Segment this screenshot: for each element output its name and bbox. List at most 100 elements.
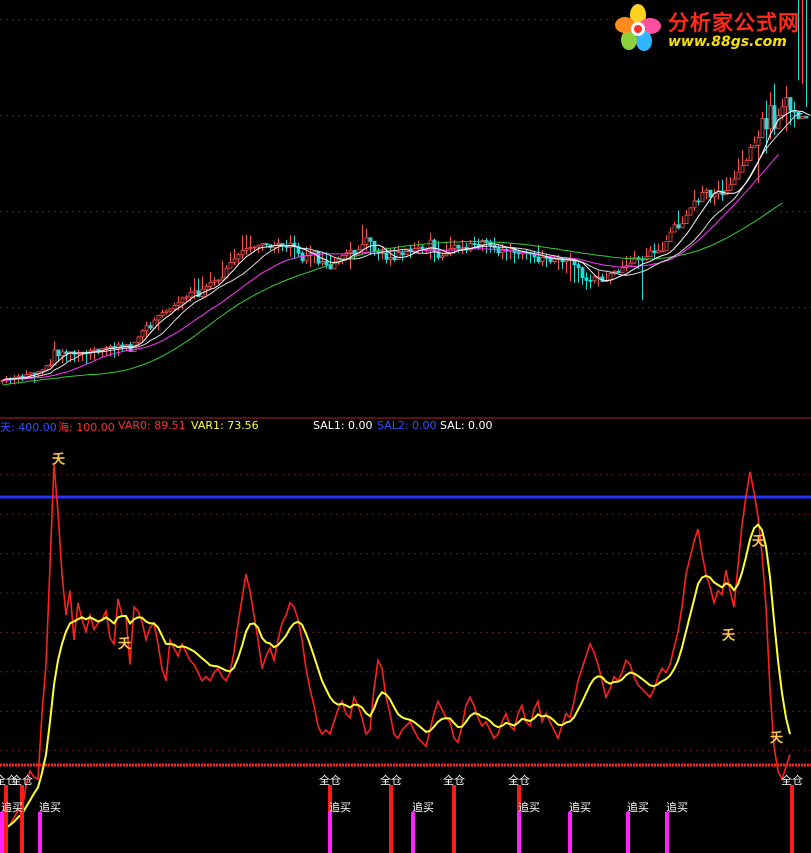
candle-body <box>732 178 737 186</box>
buy-signal-bar[interactable] <box>20 785 24 853</box>
candle-body <box>108 346 113 349</box>
candle-body <box>668 231 673 243</box>
candle-body <box>588 280 593 282</box>
candle-body <box>368 237 373 242</box>
chase-signal-bar[interactable] <box>517 812 521 853</box>
buy-signal-label: 全仓 <box>508 773 530 787</box>
candle-body <box>392 256 397 261</box>
candle-body <box>400 252 405 256</box>
chase-signal-bar[interactable] <box>38 812 42 853</box>
candle-body <box>180 297 185 304</box>
candle-body <box>156 314 161 321</box>
candle-body <box>536 256 541 263</box>
candle-body <box>388 256 393 260</box>
peak-marker-2: 夭 <box>721 629 736 644</box>
chase-signal-label: 追买 <box>1 800 23 814</box>
chase-signal-bar[interactable] <box>626 812 630 853</box>
candle-body <box>52 349 57 366</box>
candle-body <box>800 116 805 120</box>
candle-body <box>32 372 37 375</box>
candle-body <box>204 286 209 290</box>
legend-sal2: SAL2: 0.00 <box>377 419 437 432</box>
candle-body <box>440 255 445 258</box>
candle-body <box>452 244 457 249</box>
candle-body <box>248 246 253 249</box>
legend-sal1: SAL1: 0.00 <box>313 419 373 432</box>
candle-body <box>384 252 389 260</box>
flower-logo-icon <box>615 4 661 51</box>
candle-body <box>144 325 149 332</box>
chase-signal-label: 追买 <box>666 800 688 814</box>
chase-signal-bar[interactable] <box>411 812 415 853</box>
peak-marker-4: 夭 <box>769 731 784 746</box>
chase-signal-bar[interactable] <box>665 812 669 853</box>
buy-signal-label: 全仓 <box>380 773 402 787</box>
buy-signal-bar[interactable] <box>389 785 393 853</box>
candle-body <box>748 147 753 162</box>
candle-body <box>56 349 61 357</box>
watermark-cn-text: 分析家公式网 <box>668 11 800 35</box>
candle-body <box>172 304 177 310</box>
candle-body <box>136 336 141 343</box>
candle-body <box>648 250 653 258</box>
candle-body <box>188 291 193 298</box>
buy-signal-bar[interactable] <box>4 785 8 853</box>
chase-signal-bar[interactable] <box>328 812 332 853</box>
candle-body <box>780 106 785 116</box>
candle-body <box>696 200 701 203</box>
chase-signal-label: 追买 <box>518 800 540 814</box>
chase-signal-bar[interactable] <box>0 812 4 853</box>
candle-body <box>160 312 165 316</box>
candle-body <box>92 348 97 352</box>
candle-body <box>40 369 45 372</box>
candle-body <box>688 207 693 216</box>
candle-body <box>372 240 377 253</box>
buy-signal-bar[interactable] <box>452 785 456 853</box>
candle-body <box>516 252 521 255</box>
candle-body <box>300 252 305 262</box>
candle-body <box>168 308 173 312</box>
candle-body <box>64 351 69 355</box>
candle-body <box>228 261 233 269</box>
candle-body <box>620 267 625 274</box>
candle-body <box>628 262 633 266</box>
candle-body <box>576 264 581 269</box>
candle-body <box>584 277 589 281</box>
watermark-url-text: www.88gs.com <box>668 34 787 50</box>
candle-body <box>804 116 809 119</box>
candle-body <box>640 258 645 261</box>
chase-signal-label: 追买 <box>569 800 591 814</box>
candle-body <box>140 330 145 338</box>
candle-body <box>256 244 261 248</box>
legend-hai: 海: 100.00 <box>58 421 115 434</box>
buy-signal-label: 全仓 <box>319 773 341 787</box>
candle-body <box>472 243 477 245</box>
candle-body <box>184 296 189 299</box>
candle-body <box>416 246 421 249</box>
candle-body <box>240 250 245 256</box>
chase-signal-bar[interactable] <box>568 812 572 853</box>
candle-body <box>252 246 257 249</box>
candle-body <box>320 261 325 264</box>
candle-body <box>552 258 557 262</box>
candle-body <box>244 248 249 251</box>
candle-body <box>708 189 713 198</box>
candle-body <box>456 244 461 249</box>
candle-body <box>236 254 241 260</box>
candle-body <box>460 246 465 249</box>
candle-body <box>60 351 65 357</box>
candle-body <box>476 243 481 246</box>
chase-signal-label: 追买 <box>412 800 434 814</box>
buy-signal-label: 全仓 <box>443 773 465 787</box>
candle-body <box>652 250 657 254</box>
candle-body <box>96 348 101 352</box>
candle-body <box>232 258 237 263</box>
candle-body <box>764 117 769 130</box>
candle-body <box>756 137 761 146</box>
candle-body <box>656 250 661 254</box>
candle-body <box>260 243 265 246</box>
candle-body <box>28 372 33 375</box>
buy-signal-bar[interactable] <box>790 785 794 853</box>
candle-body <box>360 243 365 251</box>
peak-marker-3: 夭 <box>751 534 766 549</box>
